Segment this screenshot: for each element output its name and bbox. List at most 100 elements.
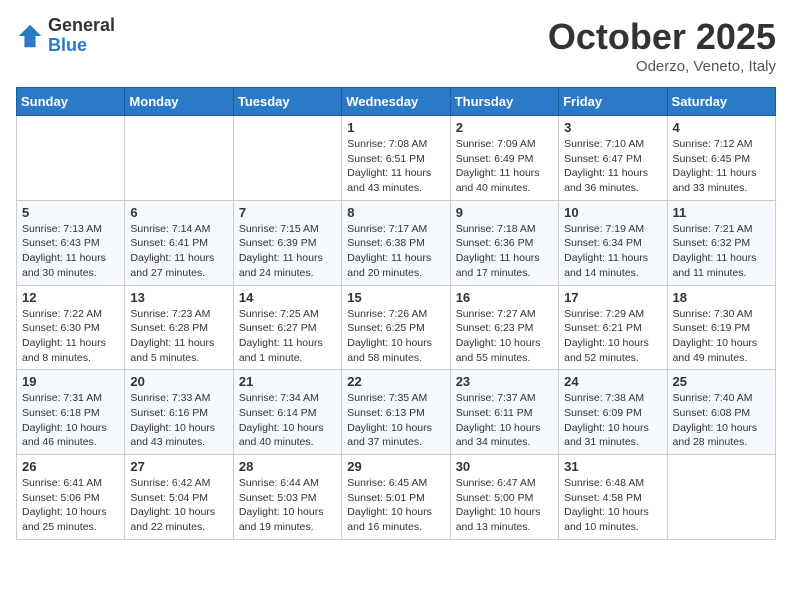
calendar-cell: 12 Sunrise: 7:22 AM Sunset: 6:30 PM Dayli…	[17, 285, 125, 370]
day-info: Sunrise: 7:35 AM Sunset: 6:13 PM Dayligh…	[347, 391, 444, 450]
weekday-header: Monday	[125, 88, 233, 116]
day-number: 17	[564, 290, 661, 305]
calendar-cell: 10Sunrise: 7:19 AM Sunset: 6:34 PM Dayli…	[559, 200, 667, 285]
day-number: 16	[456, 290, 553, 305]
calendar-cell: 20Sunrise: 7:33 AM Sunset: 6:16 PM Dayli…	[125, 370, 233, 455]
day-info: Sunrise: 7:21 AM Sunset: 6:32 PM Dayligh…	[673, 222, 770, 281]
day-number: 18	[673, 290, 770, 305]
day-info: Sunrise: 7:25 AM Sunset: 6:27 PM Dayligh…	[239, 307, 336, 366]
calendar-cell: 28Sunrise: 6:44 AM Sunset: 5:03 PM Dayli…	[233, 455, 341, 540]
calendar-cell: 13Sunrise: 7:23 AM Sunset: 6:28 PM Dayli…	[125, 285, 233, 370]
day-number: 26	[22, 459, 119, 474]
logo-icon	[16, 22, 44, 50]
day-number: 29	[347, 459, 444, 474]
calendar-cell: 2Sunrise: 7:09 AM Sunset: 6:49 PM Daylig…	[450, 116, 558, 201]
day-info: Sunrise: 7:38 AM Sunset: 6:09 PM Dayligh…	[564, 391, 661, 450]
calendar-week-row: 12 Sunrise: 7:22 AM Sunset: 6:30 PM Dayli…	[17, 285, 776, 370]
day-number: 24	[564, 374, 661, 389]
day-info: Sunrise: 7:12 AM Sunset: 6:45 PM Dayligh…	[673, 137, 770, 196]
calendar-cell: 21Sunrise: 7:34 AM Sunset: 6:14 PM Dayli…	[233, 370, 341, 455]
day-number: 3	[564, 120, 661, 135]
weekday-header: Sunday	[17, 88, 125, 116]
day-number: 11	[673, 205, 770, 220]
day-info: Sunrise: 7:17 AM Sunset: 6:38 PM Dayligh…	[347, 222, 444, 281]
day-number: 1	[347, 120, 444, 135]
calendar: SundayMondayTuesdayWednesdayThursdayFrid…	[16, 87, 776, 540]
day-info: Sunrise: 7:26 AM Sunset: 6:25 PM Dayligh…	[347, 307, 444, 366]
calendar-cell: 31Sunrise: 6:48 AM Sunset: 4:58 PM Dayli…	[559, 455, 667, 540]
page-header: General Blue October 2025 Oderzo, Veneto…	[16, 16, 776, 75]
weekday-header-row: SundayMondayTuesdayWednesdayThursdayFrid…	[17, 88, 776, 116]
calendar-cell: 5Sunrise: 7:13 AM Sunset: 6:43 PM Daylig…	[17, 200, 125, 285]
calendar-cell: 8 Sunrise: 7:17 AM Sunset: 6:38 PM Daylig…	[342, 200, 450, 285]
calendar-cell	[233, 116, 341, 201]
calendar-week-row: 1 Sunrise: 7:08 AM Sunset: 6:51 PM Daylig…	[17, 116, 776, 201]
day-info: Sunrise: 7:40 AM Sunset: 6:08 PM Dayligh…	[673, 391, 770, 450]
day-info: Sunrise: 7:22 AM Sunset: 6:30 PM Dayligh…	[22, 307, 119, 366]
day-info: Sunrise: 7:14 AM Sunset: 6:41 PM Dayligh…	[130, 222, 227, 281]
calendar-cell: 27 Sunrise: 6:42 AM Sunset: 5:04 PM Dayli…	[125, 455, 233, 540]
day-number: 9	[456, 205, 553, 220]
day-info: Sunrise: 7:30 AM Sunset: 6:19 PM Dayligh…	[673, 307, 770, 366]
logo-blue: Blue	[48, 36, 115, 56]
day-info: Sunrise: 6:41 AM Sunset: 5:06 PM Dayligh…	[22, 476, 119, 535]
weekday-header: Wednesday	[342, 88, 450, 116]
weekday-header: Thursday	[450, 88, 558, 116]
title-block: October 2025 Oderzo, Veneto, Italy	[548, 16, 776, 75]
day-number: 23	[456, 374, 553, 389]
day-info: Sunrise: 7:15 AM Sunset: 6:39 PM Dayligh…	[239, 222, 336, 281]
day-number: 8	[347, 205, 444, 220]
day-number: 19	[22, 374, 119, 389]
day-number: 21	[239, 374, 336, 389]
day-number: 22	[347, 374, 444, 389]
day-info: Sunrise: 7:09 AM Sunset: 6:49 PM Dayligh…	[456, 137, 553, 196]
calendar-week-row: 5Sunrise: 7:13 AM Sunset: 6:43 PM Daylig…	[17, 200, 776, 285]
day-info: Sunrise: 6:48 AM Sunset: 4:58 PM Dayligh…	[564, 476, 661, 535]
calendar-cell: 11 Sunrise: 7:21 AM Sunset: 6:32 PM Dayli…	[667, 200, 775, 285]
calendar-cell: 3 Sunrise: 7:10 AM Sunset: 6:47 PM Daylig…	[559, 116, 667, 201]
day-info: Sunrise: 7:10 AM Sunset: 6:47 PM Dayligh…	[564, 137, 661, 196]
day-info: Sunrise: 7:27 AM Sunset: 6:23 PM Dayligh…	[456, 307, 553, 366]
calendar-cell	[17, 116, 125, 201]
logo-general: General	[48, 16, 115, 36]
calendar-week-row: 26 Sunrise: 6:41 AM Sunset: 5:06 PM Dayli…	[17, 455, 776, 540]
day-number: 12	[22, 290, 119, 305]
calendar-cell: 6 Sunrise: 7:14 AM Sunset: 6:41 PM Daylig…	[125, 200, 233, 285]
month-title: October 2025	[548, 16, 776, 58]
day-number: 5	[22, 205, 119, 220]
calendar-cell: 1 Sunrise: 7:08 AM Sunset: 6:51 PM Daylig…	[342, 116, 450, 201]
day-number: 20	[130, 374, 227, 389]
location: Oderzo, Veneto, Italy	[548, 58, 776, 75]
day-number: 13	[130, 290, 227, 305]
day-info: Sunrise: 7:29 AM Sunset: 6:21 PM Dayligh…	[564, 307, 661, 366]
day-number: 15	[347, 290, 444, 305]
day-number: 6	[130, 205, 227, 220]
calendar-cell	[667, 455, 775, 540]
calendar-cell: 30Sunrise: 6:47 AM Sunset: 5:00 PM Dayli…	[450, 455, 558, 540]
weekday-header: Tuesday	[233, 88, 341, 116]
calendar-cell: 24 Sunrise: 7:38 AM Sunset: 6:09 PM Dayli…	[559, 370, 667, 455]
calendar-cell: 14 Sunrise: 7:25 AM Sunset: 6:27 PM Dayli…	[233, 285, 341, 370]
logo: General Blue	[16, 16, 115, 56]
day-number: 14	[239, 290, 336, 305]
day-info: Sunrise: 7:08 AM Sunset: 6:51 PM Dayligh…	[347, 137, 444, 196]
day-number: 10	[564, 205, 661, 220]
calendar-cell: 29 Sunrise: 6:45 AM Sunset: 5:01 PM Dayli…	[342, 455, 450, 540]
calendar-cell: 9 Sunrise: 7:18 AM Sunset: 6:36 PM Daylig…	[450, 200, 558, 285]
day-info: Sunrise: 7:37 AM Sunset: 6:11 PM Dayligh…	[456, 391, 553, 450]
day-number: 27	[130, 459, 227, 474]
day-info: Sunrise: 6:42 AM Sunset: 5:04 PM Dayligh…	[130, 476, 227, 535]
calendar-week-row: 19Sunrise: 7:31 AM Sunset: 6:18 PM Dayli…	[17, 370, 776, 455]
calendar-cell: 15 Sunrise: 7:26 AM Sunset: 6:25 PM Dayli…	[342, 285, 450, 370]
calendar-cell: 25Sunrise: 7:40 AM Sunset: 6:08 PM Dayli…	[667, 370, 775, 455]
day-info: Sunrise: 7:18 AM Sunset: 6:36 PM Dayligh…	[456, 222, 553, 281]
day-info: Sunrise: 6:45 AM Sunset: 5:01 PM Dayligh…	[347, 476, 444, 535]
calendar-cell: 4Sunrise: 7:12 AM Sunset: 6:45 PM Daylig…	[667, 116, 775, 201]
logo-text: General Blue	[48, 16, 115, 56]
calendar-cell	[125, 116, 233, 201]
calendar-cell: 22 Sunrise: 7:35 AM Sunset: 6:13 PM Dayli…	[342, 370, 450, 455]
day-info: Sunrise: 6:44 AM Sunset: 5:03 PM Dayligh…	[239, 476, 336, 535]
day-info: Sunrise: 6:47 AM Sunset: 5:00 PM Dayligh…	[456, 476, 553, 535]
calendar-cell: 23 Sunrise: 7:37 AM Sunset: 6:11 PM Dayli…	[450, 370, 558, 455]
calendar-cell: 7Sunrise: 7:15 AM Sunset: 6:39 PM Daylig…	[233, 200, 341, 285]
